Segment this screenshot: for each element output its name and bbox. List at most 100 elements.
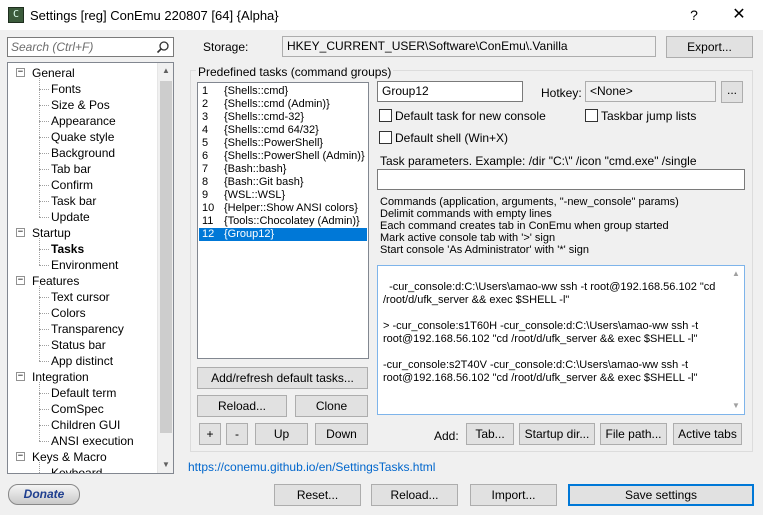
tree-item-environment[interactable]: Environment xyxy=(51,257,118,273)
collapse-icon[interactable]: − xyxy=(16,228,25,237)
collapse-icon[interactable]: − xyxy=(16,276,25,285)
tree-connector xyxy=(39,473,49,474)
task-list-item[interactable]: 4 {Shells::cmd 64/32} xyxy=(199,124,367,137)
task-list-item[interactable]: 12 {Group12} xyxy=(199,228,367,241)
tree-item-children-gui[interactable]: Children GUI xyxy=(51,417,120,433)
import-button[interactable]: Import... xyxy=(470,484,557,506)
tree-item-appearance[interactable]: Appearance xyxy=(51,113,116,129)
move-up-button[interactable]: Up xyxy=(255,423,308,445)
help-button[interactable]: ? xyxy=(680,5,708,25)
add-file-path-button[interactable]: File path... xyxy=(600,423,667,445)
tree-item-startup[interactable]: Startup xyxy=(32,225,71,241)
reload-tasks-button[interactable]: Reload... xyxy=(197,395,287,417)
task-name: {Shells::cmd} xyxy=(224,85,289,97)
hotkey-choose-button[interactable]: ... xyxy=(721,81,743,103)
tree-connector xyxy=(39,201,49,202)
tree-item-colors[interactable]: Colors xyxy=(51,305,86,321)
tree-item-task-bar[interactable]: Task bar xyxy=(51,193,96,209)
tree-item-keys-macro[interactable]: Keys & Macro xyxy=(32,449,107,465)
close-button[interactable]: ✕ xyxy=(725,5,753,25)
tree-item-background[interactable]: Background xyxy=(51,145,115,161)
tree-item-default-term[interactable]: Default term xyxy=(51,385,116,401)
commands-scrollbar[interactable]: ▲ ▼ xyxy=(729,267,743,413)
description-line: Commands (application, arguments, "-new_… xyxy=(380,196,679,208)
tree-item-tab-bar[interactable]: Tab bar xyxy=(51,161,91,177)
export-button[interactable]: Export... xyxy=(666,36,753,58)
task-list-item[interactable]: 3 {Shells::cmd-32} xyxy=(199,111,367,124)
task-number: 7 xyxy=(202,163,209,175)
task-name-field[interactable]: Group12 xyxy=(377,81,523,102)
collapse-icon[interactable]: − xyxy=(16,68,25,77)
tree-item-ansi-execution[interactable]: ANSI execution xyxy=(51,433,134,449)
task-list-item[interactable]: 10 {Helper::Show ANSI colors} xyxy=(199,202,367,215)
tree-item-tasks[interactable]: Tasks xyxy=(51,241,84,257)
clone-task-button[interactable]: Clone xyxy=(295,395,368,417)
reload-settings-button[interactable]: Reload... xyxy=(371,484,458,506)
task-list-item[interactable]: 5 {Shells::PowerShell} xyxy=(199,137,367,150)
task-list-item[interactable]: 7 {Bash::bash} xyxy=(199,163,367,176)
add-startup-dir-button[interactable]: Startup dir... xyxy=(519,423,595,445)
tree-item-size-pos[interactable]: Size & Pos xyxy=(51,97,110,113)
tree-connector xyxy=(39,382,40,441)
tree-connector xyxy=(39,393,49,394)
scroll-up-icon[interactable]: ▲ xyxy=(729,267,743,281)
add-tab-button[interactable]: Tab... xyxy=(466,423,514,445)
task-list-item[interactable]: 11 {Tools::Chocolatey (Admin)} xyxy=(199,215,367,228)
tree-item-app-distinct[interactable]: App distinct xyxy=(51,353,113,369)
tree-connector xyxy=(39,121,49,122)
tree-item-status-bar[interactable]: Status bar xyxy=(51,337,106,353)
scroll-thumb[interactable] xyxy=(160,81,172,433)
task-list-item[interactable]: 6 {Shells::PowerShell (Admin)} xyxy=(199,150,367,163)
task-list-item[interactable]: 9 {WSL::WSL} xyxy=(199,189,367,202)
tree-connector xyxy=(39,153,49,154)
tree-item-comspec[interactable]: ComSpec xyxy=(51,401,104,417)
add-task-button[interactable]: + xyxy=(199,423,221,445)
help-link[interactable]: https://conemu.github.io/en/SettingsTask… xyxy=(188,460,435,474)
tree-item-integration[interactable]: Integration xyxy=(32,369,89,385)
taskbar-jumplist-label: Taskbar jump lists xyxy=(601,109,697,123)
task-list-item[interactable]: 8 {Bash::Git bash} xyxy=(199,176,367,189)
hotkey-field[interactable]: <None> xyxy=(585,81,716,102)
tree-item-update[interactable]: Update xyxy=(51,209,90,225)
remove-task-button[interactable]: - xyxy=(226,423,248,445)
task-name: {Group12} xyxy=(224,228,275,240)
default-task-checkbox[interactable] xyxy=(379,109,392,122)
title-bar: C Settings [reg] ConEmu 220807 [64] {Alp… xyxy=(0,0,763,30)
scroll-down-icon[interactable]: ▼ xyxy=(729,399,743,413)
commands-textarea[interactable]: -cur_console:d:C:\Users\amao-ww ssh -t r… xyxy=(377,265,745,415)
storage-path-field[interactable]: HKEY_CURRENT_USER\Software\ConEmu\.Vanil… xyxy=(282,36,656,57)
add-refresh-default-tasks-button[interactable]: Add/refresh default tasks... xyxy=(197,367,368,389)
task-list-item[interactable]: 1 {Shells::cmd} xyxy=(199,85,367,98)
task-name: {Bash::bash} xyxy=(224,163,287,175)
settings-tree[interactable]: ▲ ▼ − General Fonts Size & Pos Appearance Qua… xyxy=(7,62,174,474)
task-list[interactable]: 1 {Shells::cmd} 2 {Shells::cmd (Admin)} 3 {Sh… xyxy=(197,82,369,359)
tree-item-transparency[interactable]: Transparency xyxy=(51,321,124,337)
default-shell-checkbox[interactable] xyxy=(379,131,392,144)
tree-item-confirm[interactable]: Confirm xyxy=(51,177,93,193)
tree-item-fonts[interactable]: Fonts xyxy=(51,81,81,97)
default-shell-label: Default shell (Win+X) xyxy=(395,131,509,145)
search-icon[interactable] xyxy=(156,40,170,54)
taskbar-jumplist-checkbox[interactable] xyxy=(585,109,598,122)
donate-button[interactable]: Donate xyxy=(8,484,80,505)
task-list-item[interactable]: 2 {Shells::cmd (Admin)} xyxy=(199,98,367,111)
move-down-button[interactable]: Down xyxy=(315,423,368,445)
scroll-up-icon[interactable]: ▲ xyxy=(158,63,173,79)
tree-scrollbar[interactable]: ▲ ▼ xyxy=(157,63,173,473)
tree-item-quake-style[interactable]: Quake style xyxy=(51,129,114,145)
search-input[interactable]: Search (Ctrl+F) xyxy=(7,37,174,57)
tree-connector xyxy=(39,361,49,362)
tree-item-text-cursor[interactable]: Text cursor xyxy=(51,289,110,305)
task-name: {Shells::PowerShell} xyxy=(224,137,324,149)
tree-connector xyxy=(39,89,49,90)
collapse-icon[interactable]: − xyxy=(16,452,25,461)
collapse-icon[interactable]: − xyxy=(16,372,25,381)
description-line: Each command creates tab in ConEmu when … xyxy=(380,220,669,232)
add-active-tabs-button[interactable]: Active tabs xyxy=(673,423,742,445)
reset-button[interactable]: Reset... xyxy=(274,484,361,506)
save-settings-button[interactable]: Save settings xyxy=(568,484,754,506)
tree-connector xyxy=(39,185,49,186)
scroll-down-icon[interactable]: ▼ xyxy=(158,457,173,473)
task-parameters-field[interactable] xyxy=(377,169,745,190)
tree-item-keyboard[interactable]: Keyboard xyxy=(51,465,102,473)
